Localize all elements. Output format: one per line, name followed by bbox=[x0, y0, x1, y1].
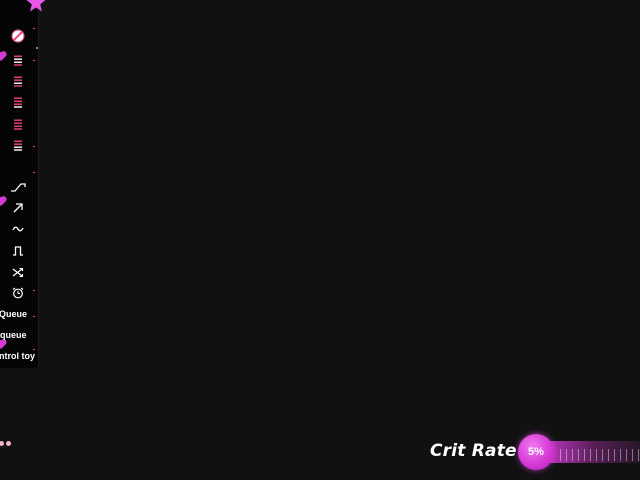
arrow-up-right-icon bbox=[13, 203, 23, 213]
indicator-tick bbox=[33, 349, 35, 350]
control-toy-button[interactable]: ntrol toy bbox=[0, 351, 35, 361]
timer-button[interactable] bbox=[8, 284, 28, 302]
ramp-pattern-button[interactable] bbox=[8, 178, 28, 196]
pulse-icon bbox=[13, 245, 23, 256]
list-icon bbox=[14, 119, 22, 130]
crit-rate-ticks bbox=[560, 449, 640, 461]
star-icon bbox=[26, 0, 46, 12]
crit-rate-label: Crit Rate bbox=[430, 441, 517, 461]
indicator-tick bbox=[33, 290, 35, 291]
indicator-dot bbox=[6, 441, 11, 446]
pulse-pattern-button[interactable] bbox=[8, 241, 28, 259]
list-button-4[interactable] bbox=[8, 115, 28, 133]
crit-rate-bar bbox=[540, 441, 640, 463]
crit-rate-knob[interactable]: 5% bbox=[518, 434, 554, 470]
list-button-1[interactable] bbox=[8, 51, 28, 69]
list-icon bbox=[14, 76, 22, 87]
rise-pattern-button[interactable] bbox=[8, 199, 28, 217]
indicator-tick bbox=[33, 146, 35, 147]
indicator-tick bbox=[33, 316, 35, 317]
ramp-icon bbox=[11, 183, 26, 192]
alarm-clock-icon bbox=[12, 287, 24, 299]
heart-icon bbox=[0, 196, 7, 206]
list-button-3[interactable] bbox=[8, 93, 28, 111]
indicator-dot bbox=[0, 441, 4, 446]
status-dot bbox=[36, 47, 38, 49]
list-icon bbox=[14, 140, 22, 151]
indicator-tick bbox=[33, 172, 35, 173]
block-button[interactable] bbox=[8, 27, 28, 45]
crit-rate-value: 5% bbox=[528, 446, 544, 458]
dequeue-button[interactable]: queue bbox=[0, 330, 27, 340]
wave-icon bbox=[12, 226, 24, 232]
block-icon bbox=[11, 29, 25, 43]
indicator-tick bbox=[33, 28, 35, 29]
shuffle-icon bbox=[12, 267, 24, 277]
heart-icon bbox=[0, 51, 7, 61]
indicator-tick bbox=[33, 60, 35, 61]
list-icon bbox=[14, 97, 22, 108]
random-pattern-button[interactable] bbox=[8, 263, 28, 281]
queue-button[interactable]: Queue bbox=[0, 309, 27, 319]
wave-pattern-button[interactable] bbox=[8, 220, 28, 238]
sidebar-panel: Queue queue ntrol toy bbox=[0, 0, 46, 368]
list-button-2[interactable] bbox=[8, 72, 28, 90]
list-icon bbox=[14, 55, 22, 66]
list-button-5[interactable] bbox=[8, 136, 28, 154]
